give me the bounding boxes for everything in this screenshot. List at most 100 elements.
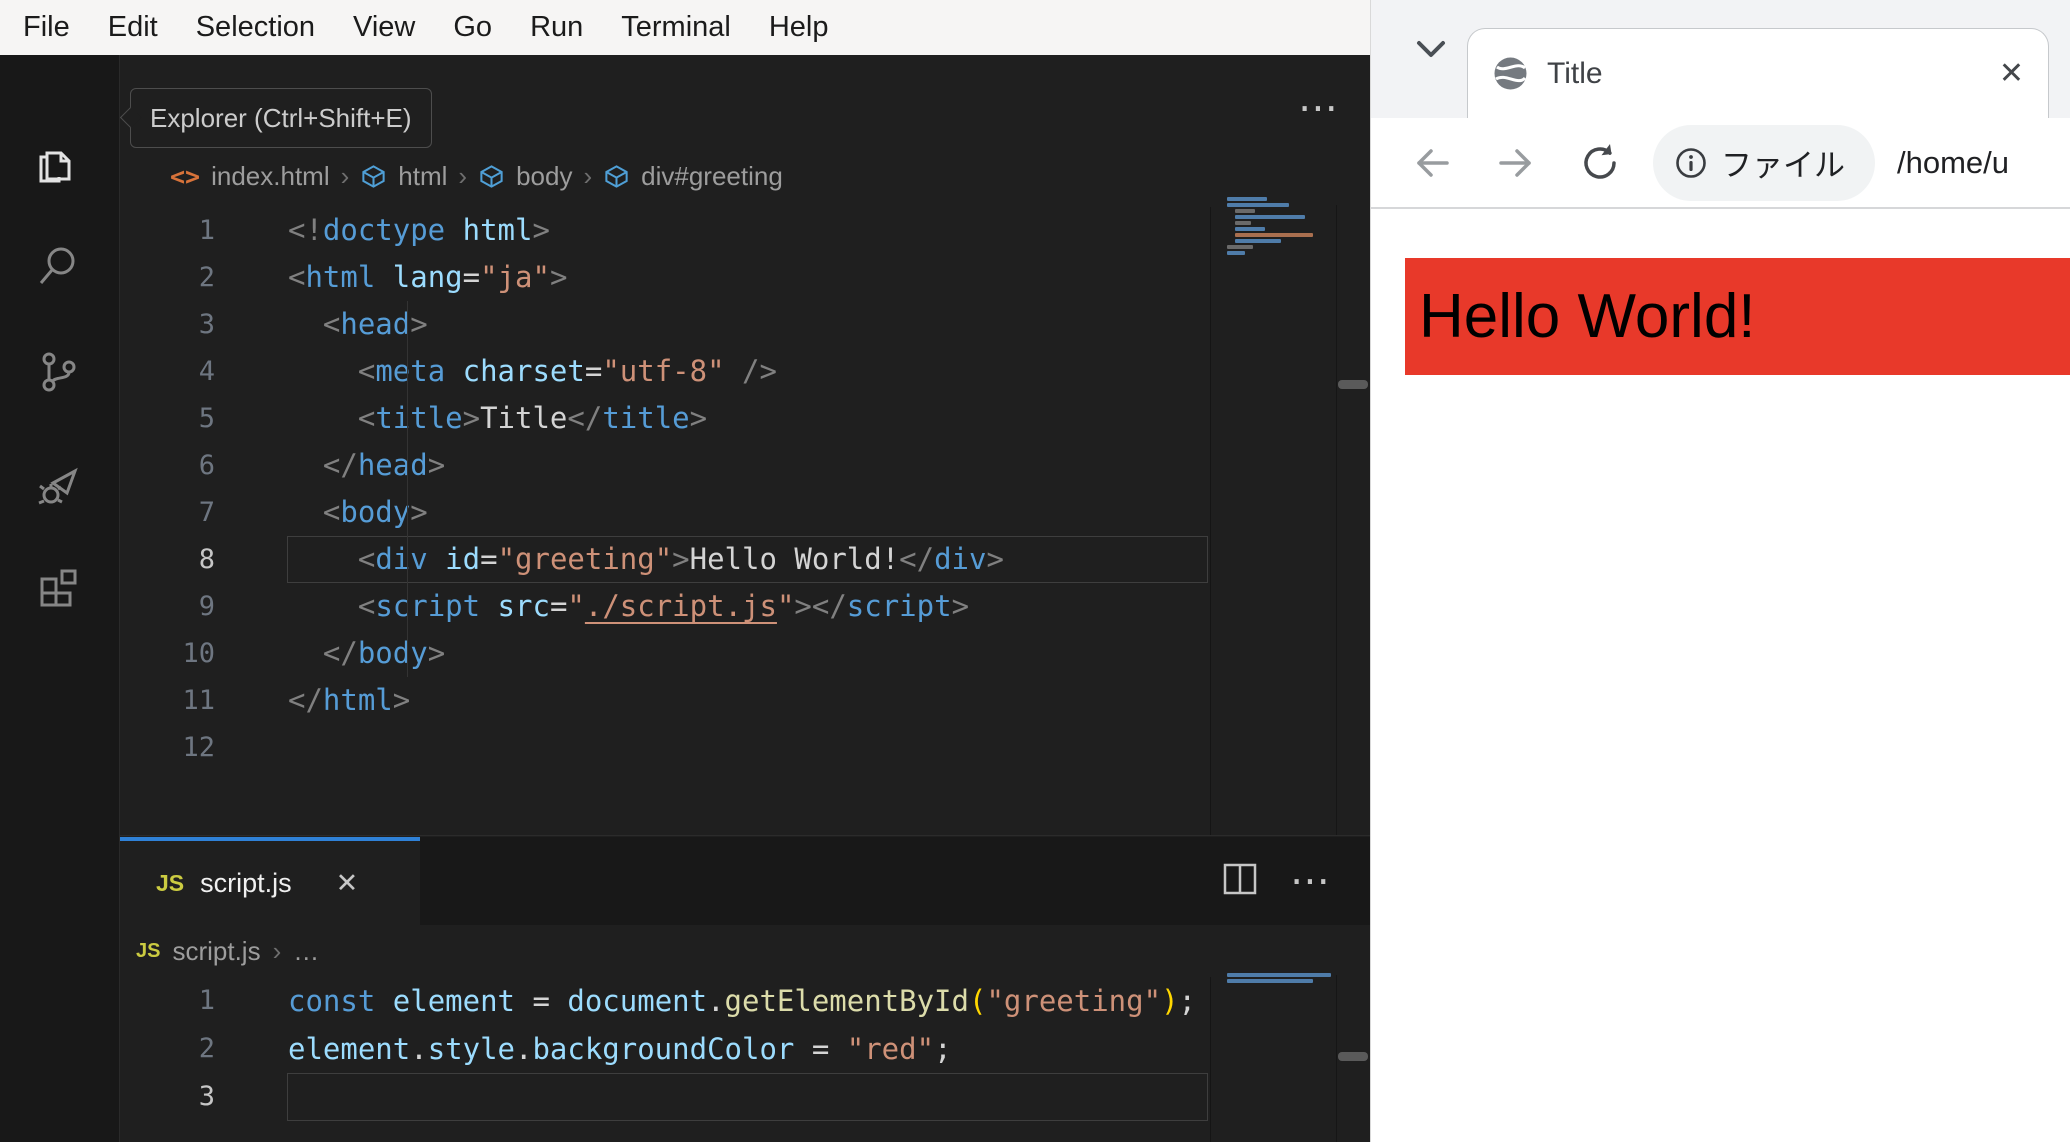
screenshot-root: File Edit Selection View Go Run Terminal Help — [0, 0, 2070, 1142]
address-bar[interactable]: ファイル /home/u — [1653, 124, 2070, 201]
chevron-right-icon: › — [340, 161, 350, 191]
browser-page: Hello World! — [1371, 209, 2070, 1142]
tab-script-js[interactable]: JS script.js ✕ — [120, 837, 420, 925]
browser-tab-title: Title — [1547, 56, 1603, 90]
tooltip-label: Explorer (Ctrl+Shift+E) — [150, 102, 412, 133]
minimap[interactable] — [1227, 197, 1313, 255]
menu-item-edit[interactable]: Edit — [89, 11, 177, 44]
code-line-2[interactable]: 2 element.style.backgroundColor = "red"; — [120, 1025, 1370, 1073]
js-file-icon: JS — [136, 939, 161, 962]
html-editor[interactable]: 1 <!doctype html> 2 <html lang="ja"> 3 <head… — [120, 207, 1370, 771]
menu-item-go[interactable]: Go — [434, 11, 511, 44]
vscode-window: File Edit Selection View Go Run Terminal Help — [0, 0, 1370, 1142]
url-text: /home/u — [1897, 144, 2010, 180]
line-number: 9 — [198, 591, 215, 622]
menu-item-selection[interactable]: Selection — [177, 11, 334, 44]
breadcrumb-item-div[interactable]: div#greeting — [641, 161, 783, 192]
line-number: 12 — [182, 732, 215, 763]
line-number: 7 — [198, 497, 215, 528]
extensions-icon[interactable] — [33, 561, 83, 611]
code-line-10[interactable]: 10 </body> — [120, 630, 1370, 677]
close-icon[interactable]: ✕ — [1999, 56, 2024, 91]
editor-more-actions-button[interactable]: ⋯ — [1298, 85, 1340, 131]
explorer-tooltip: Explorer (Ctrl+Shift+E) — [119, 88, 432, 148]
activity-bar — [0, 55, 120, 1142]
breadcrumb-item-body[interactable]: body — [516, 161, 572, 192]
chevron-right-icon: › — [272, 935, 282, 966]
code-line-9[interactable]: 9 <script src="./script.js"></script> — [120, 583, 1370, 630]
panel-border — [120, 835, 1370, 836]
line-number: 8 — [198, 544, 215, 575]
symbol-cube-icon — [480, 165, 503, 188]
symbol-cube-icon — [605, 165, 628, 188]
js-editor[interactable]: 1 const element = document.getElementById… — [120, 977, 1370, 1121]
overview-ruler-marker[interactable] — [1338, 380, 1368, 389]
code-line-2[interactable]: 2 <html lang="ja"> — [120, 254, 1370, 301]
line-number: 6 — [198, 450, 215, 481]
code-line-4[interactable]: 4 <meta charset="utf-8" /> — [120, 348, 1370, 395]
browser-window: Title ✕ ファイル /home/u Hello World! — [1370, 0, 2070, 1142]
search-icon[interactable] — [33, 241, 83, 291]
code-line-1[interactable]: 1 const element = document.getElementById… — [120, 977, 1370, 1025]
file-scheme-chip[interactable]: ファイル — [1653, 124, 1875, 201]
menu-item-terminal[interactable]: Terminal — [602, 11, 750, 44]
breadcrumb-item-scriptjs[interactable]: script.js — [172, 936, 260, 967]
browser-toolbar: ファイル /home/u — [1371, 118, 2070, 209]
greeting-text: Hello World! — [1419, 282, 1756, 351]
symbol-cube-icon — [362, 165, 385, 188]
indent-guide — [407, 301, 408, 677]
close-icon[interactable]: ✕ — [336, 868, 359, 899]
editor-area: ⋯ Explorer (Ctrl+Shift+E) <> index.html … — [119, 55, 1370, 1142]
menu-item-help[interactable]: Help — [750, 11, 848, 44]
code-line-6[interactable]: 6 </head> — [120, 442, 1370, 489]
back-icon[interactable] — [1409, 140, 1455, 186]
reload-icon[interactable] — [1577, 140, 1623, 186]
forward-icon[interactable] — [1493, 140, 1539, 186]
viewport-edge — [1210, 207, 1211, 835]
breadcrumb: <> index.html › html › body › div#greeti… — [120, 148, 783, 205]
tooltip-arrow — [119, 106, 142, 129]
code-line-8[interactable]: 8 <div id="greeting">Hello World!</div> — [120, 536, 1370, 583]
split-editor-icon[interactable] — [1222, 862, 1258, 901]
menu-item-run[interactable]: Run — [511, 11, 602, 44]
panel-more-actions-button[interactable]: ⋯ — [1290, 858, 1332, 904]
source-control-icon[interactable] — [33, 347, 83, 397]
menu-item-file[interactable]: File — [4, 11, 89, 44]
panel-tab-bar: JS script.js ✕ ⋯ — [120, 837, 1370, 925]
line-number: 4 — [198, 356, 215, 387]
code-line-5[interactable]: 5 <title>Title</title> — [120, 395, 1370, 442]
chip-label: ファイル — [1721, 148, 1845, 183]
line-number: 1 — [198, 215, 215, 246]
code-line-3[interactable]: 3 <head> — [120, 301, 1370, 348]
globe-favicon — [1494, 57, 1527, 90]
menu-item-view[interactable]: View — [334, 11, 434, 44]
minimap[interactable] — [1227, 973, 1333, 983]
code-line-12[interactable]: 12 — [120, 724, 1370, 771]
line-number: 11 — [182, 685, 215, 716]
js-file-icon: JS — [156, 869, 185, 896]
breadcrumb-item-html[interactable]: html — [398, 161, 447, 192]
tab-search-chevron-icon[interactable] — [1411, 30, 1451, 66]
breadcrumb-item-file[interactable]: index.html — [211, 161, 330, 192]
info-icon — [1676, 147, 1706, 178]
run-debug-icon[interactable] — [33, 459, 83, 509]
code-line-11[interactable]: 11 </html> — [120, 677, 1370, 724]
code-line-7[interactable]: 7 <body> — [120, 489, 1370, 536]
minimap-border — [1336, 205, 1337, 835]
line-number: 1 — [198, 985, 215, 1016]
explorer-files-icon[interactable] — [33, 143, 83, 193]
browser-tab[interactable]: Title ✕ — [1467, 28, 2049, 118]
panel-breadcrumb: JS script.js › … — [120, 925, 319, 977]
line-number: 3 — [198, 1081, 215, 1112]
line-number: 5 — [198, 403, 215, 434]
overview-ruler-marker[interactable] — [1338, 1052, 1368, 1061]
code-line-3[interactable]: 3 — [120, 1073, 1370, 1121]
line-number: 2 — [198, 1033, 215, 1064]
breadcrumb-item-more[interactable]: … — [293, 936, 319, 967]
code-line-1[interactable]: 1 <!doctype html> — [120, 207, 1370, 254]
line-number: 10 — [182, 638, 215, 669]
browser-tab-strip: Title ✕ — [1371, 0, 2070, 118]
minimap-border — [1336, 975, 1337, 1142]
chevron-right-icon: › — [583, 161, 593, 191]
menu-bar: File Edit Selection View Go Run Terminal Help — [0, 0, 1370, 55]
